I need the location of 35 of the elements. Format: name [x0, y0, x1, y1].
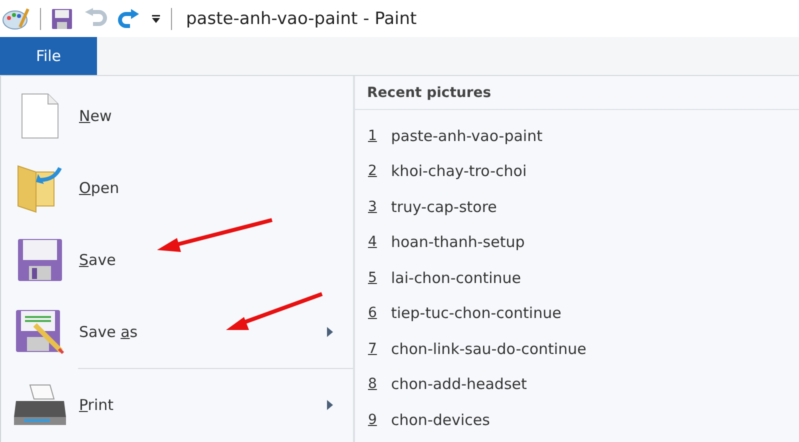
recent-file-link[interactable]: chon-add-headset	[391, 375, 527, 394]
submenu-arrow-icon	[327, 400, 333, 410]
window-title: paste-anh-vao-paint - Paint	[186, 8, 417, 28]
recent-number: 2	[368, 163, 378, 180]
menu-item[interactable]: Save	[79, 251, 353, 269]
recent-number: 8	[368, 376, 378, 392]
menu-item[interactable]: Save as	[79, 323, 327, 341]
menu-item[interactable]: Print	[79, 396, 327, 414]
recent-file-link[interactable]: paste-anh-vao-paint	[391, 126, 542, 145]
recent-file-link[interactable]: truy-cap-store	[391, 198, 497, 216]
menu-item[interactable]: Open	[79, 179, 353, 197]
redo-icon[interactable]	[117, 8, 141, 30]
recent-file-link[interactable]: tiep-tuc-chon-continue	[391, 304, 562, 322]
recent-pictures-heading: Recent pictures	[355, 76, 799, 110]
printer-icon	[12, 383, 68, 427]
blank-page-icon	[20, 92, 60, 140]
submenu-arrow-icon	[327, 327, 333, 337]
recent-file-link[interactable]: lai-chon-continue	[391, 268, 522, 287]
recent-number: 9	[368, 412, 378, 428]
recent-number: 4	[368, 234, 378, 250]
save-icon[interactable]	[51, 8, 73, 30]
recent-file-link[interactable]: khoi-chay-tro-choi	[391, 162, 527, 180]
recent-number: 5	[368, 270, 378, 286]
menu-item[interactable]: New	[79, 107, 353, 125]
dropdown-arrow-icon[interactable]	[151, 14, 161, 24]
recent-number: 1	[368, 128, 378, 144]
file-tab[interactable]: File	[0, 37, 97, 75]
recent-file-link[interactable]: chon-link-sau-do-continue	[391, 340, 586, 358]
recent-file-link[interactable]: hoan-thanh-setup	[391, 233, 525, 252]
paint-palette-icon[interactable]	[2, 6, 30, 30]
recent-file-link[interactable]: chon-devices	[391, 410, 490, 429]
recent-number: 6	[368, 305, 378, 322]
recent-number: 7	[368, 340, 378, 357]
recent-number: 3	[368, 198, 378, 215]
floppy-disk-pencil-icon	[15, 309, 65, 355]
